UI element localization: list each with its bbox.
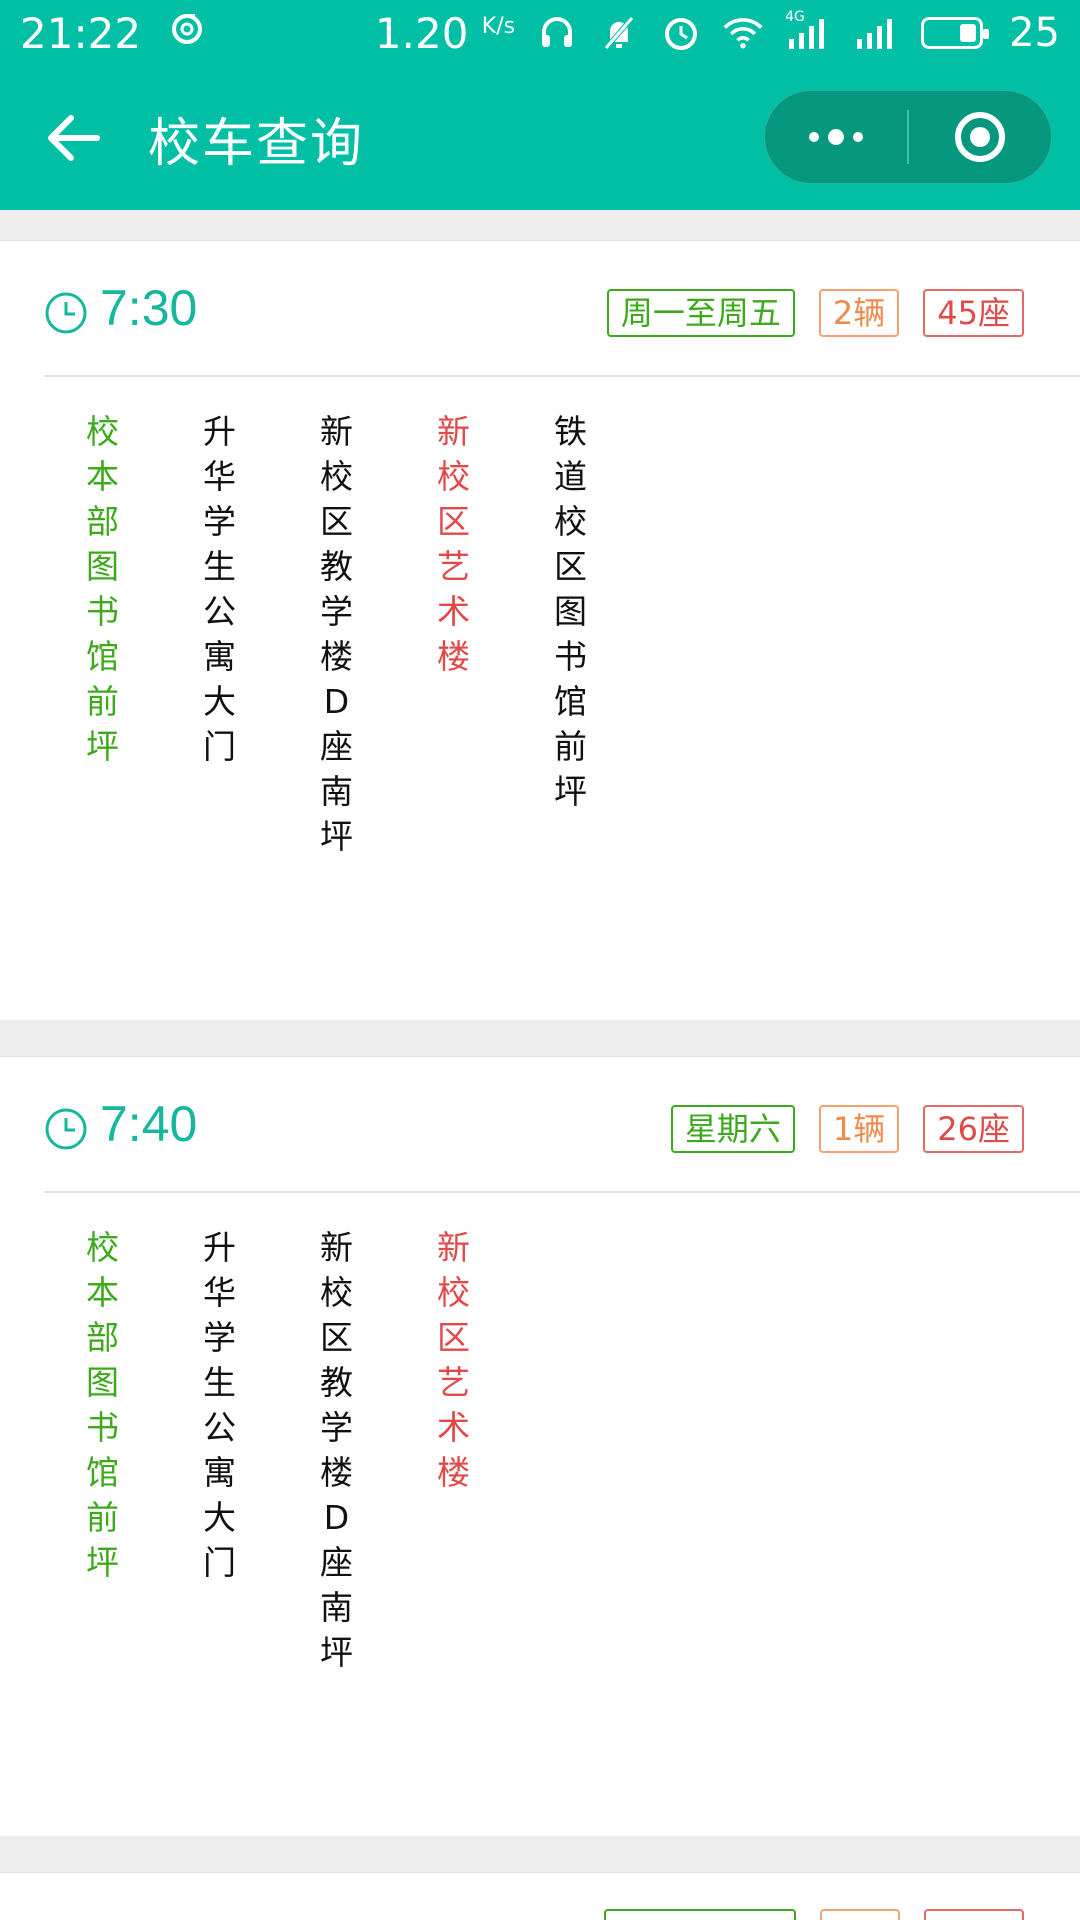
nav-bar: 校车查询: [0, 66, 1080, 210]
headset-icon: [537, 13, 577, 53]
net-speed: 1.20 K/s: [375, 9, 515, 58]
stop-list: 校本部图书馆前坪 升华学生公寓大门 新校区教学楼D座南坪 新校区艺术楼 铁道校区图书馆前…: [80, 409, 665, 859]
arrow-left-icon: [48, 115, 100, 161]
days-tag-partial: [604, 1909, 796, 1920]
trip-list: 7:30 周一至周五 2辆 45座 校本部图书馆前坪升华学生公寓大门新校区教学楼…: [0, 210, 1080, 1920]
signal-icon: [853, 13, 899, 53]
days-tag: 星期六: [670, 1105, 795, 1153]
bus-count-tag: 2辆: [818, 289, 900, 337]
trip-tags: 周一至周五 2辆 45座: [606, 289, 1024, 337]
stop-name: 校本部图书馆前坪: [86, 412, 119, 766]
more-dots-icon: [809, 129, 863, 145]
stop-name: 校本部图书馆前坪: [86, 1228, 119, 1582]
stop-name: 新校区艺术楼: [437, 1228, 470, 1492]
signal-4g-icon: 4G: [785, 9, 831, 53]
stop-name: 新校区艺术楼: [437, 412, 470, 676]
close-mini-program-button[interactable]: [909, 90, 1051, 184]
seat-count-tag-partial: [924, 1909, 1024, 1920]
alarm-icon: [661, 13, 701, 53]
mini-program-capsule: [764, 90, 1052, 184]
battery-level: 25: [1009, 10, 1060, 56]
days-tag: 周一至周五: [606, 289, 795, 337]
seat-count-tag: 26座: [923, 1105, 1024, 1153]
stop-name: 铁道校区图书馆前坪: [554, 412, 587, 811]
trip-card-header: 7:30 周一至周五 2辆 45座: [0, 241, 1080, 375]
wifi-icon: [723, 13, 763, 53]
back-button[interactable]: [38, 103, 108, 173]
more-button[interactable]: [765, 90, 907, 184]
battery-icon: [921, 17, 990, 49]
bus-count-tag: 1辆: [818, 1105, 900, 1153]
clock-icon: [45, 1108, 87, 1150]
sync-icon: [169, 11, 205, 56]
mute-bell-icon: [599, 13, 639, 53]
net-speed-value: 1.20: [374, 8, 469, 58]
trip-card: 7:40 星期六 1辆 26座 校本部图书馆前坪 升华学生公寓大门 新校区教学楼D座…: [0, 1056, 1080, 1836]
status-time: 21:22: [20, 8, 142, 58]
trip-card-partial: [0, 1872, 1080, 1920]
stop-name: 新校区教学楼D座南坪: [320, 412, 353, 856]
stop-name: 新校区教学楼D座南坪: [320, 1228, 353, 1672]
trip-card-header: 7:40 星期六 1辆 26座: [0, 1057, 1080, 1191]
net-speed-unit: K/s: [481, 13, 516, 39]
seat-count-tag: 45座: [923, 289, 1024, 337]
status-bar: 21:22 1.20 K/s 4G 25: [0, 0, 1080, 66]
trip-tags: 星期六 1辆 26座: [670, 1105, 1024, 1153]
stop-list: 校本部图书馆前坪 升华学生公寓大门 新校区教学楼D座南坪 新校区艺术楼: [80, 1225, 548, 1675]
network-type: 4G: [785, 9, 805, 25]
page-title: 校车查询: [148, 113, 365, 174]
departure-time: 7:30: [100, 280, 198, 336]
card-divider: [44, 375, 1080, 377]
bus-count-tag-partial: [820, 1909, 900, 1920]
close-target-icon: [954, 112, 1005, 162]
trip-card: 7:30 周一至周五 2辆 45座 校本部图书馆前坪 升华学生公寓大门 新校区教学楼…: [0, 240, 1080, 1020]
card-divider: [44, 1191, 1080, 1193]
stop-name: 升华学生公寓大门: [203, 1228, 236, 1582]
stop-name: 升华学生公寓大门: [203, 412, 236, 766]
trip-tags-partial: [604, 1909, 1024, 1920]
clock-icon: [45, 292, 87, 334]
departure-time: 7:40: [100, 1096, 198, 1152]
